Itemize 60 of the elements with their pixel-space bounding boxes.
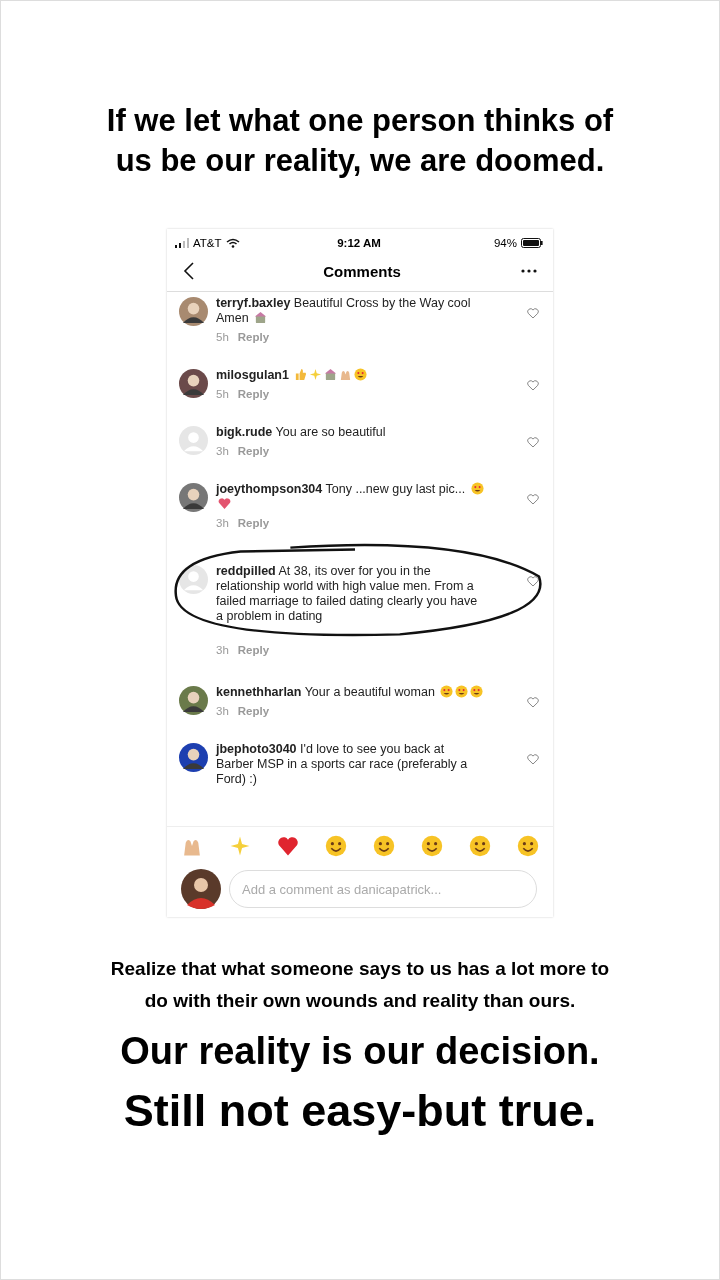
headline-text: If we let what one person thinks of [106,103,614,139]
comment-time: 3h [216,445,229,457]
face-emoji-icon[interactable] [469,835,491,857]
statement-text: Our reality is our decision. [120,1029,600,1074]
face-emoji-icon[interactable] [373,835,395,857]
face-emoji-icon [470,685,484,698]
battery-icon [521,238,543,248]
avatar-icon[interactable] [179,565,208,594]
avatar-icon[interactable] [179,686,208,715]
hands-emoji-icon [339,368,353,381]
reply-link[interactable]: Reply [237,644,270,656]
comment-text: terryf.baxley Beautiful Cross by the Way cool Amen [216,296,472,326]
face-emoji-icon[interactable] [421,835,443,857]
avatar-icon[interactable] [179,483,208,512]
back-icon[interactable] [183,262,195,280]
statement-text: Still not easy-but true. [123,1084,597,1138]
avatar-icon [181,869,221,909]
face-emoji-icon [354,368,368,381]
wifi-icon [225,238,240,248]
object-emoji-icon [254,311,268,324]
face-emoji-icon[interactable] [325,835,347,857]
caption-text: do with their own wounds and reality than ours. [144,989,576,1013]
comment-time: 3h [216,644,229,656]
face-emoji-icon [440,685,454,698]
carrier-text: AT&T [193,237,222,249]
like-icon[interactable] [527,576,539,587]
comment-time: 5h [216,331,229,343]
reply-link[interactable]: Reply [237,705,270,717]
comment-time: 3h [216,517,229,529]
thumbs-emoji-icon [294,368,308,381]
more-icon[interactable] [521,269,537,273]
face-emoji-icon[interactable] [517,835,539,857]
reply-link[interactable]: Reply [237,517,270,529]
heart-emoji-icon[interactable] [277,835,299,857]
clock-text: 9:12 AM [337,237,381,249]
comment-text: milosgulan1 [216,368,484,383]
screen-title: Comments [323,262,401,280]
sparkles-emoji-icon [309,368,323,381]
comment-text: reddpilled At 38, its over for you in the relationship world with high value men. From a failed marriage to failed dating clearly you have a problem in dating [216,564,479,624]
heart-emoji-icon [218,497,231,510]
avatar-icon[interactable] [179,297,208,326]
reply-link[interactable]: Reply [237,388,270,400]
comment-text: bigk.rude You are so beautiful [216,425,387,440]
avatar-icon[interactable] [179,369,208,398]
comment-text: jbephoto3040 I'd love to see you back at Barber MSP in a sports car race (preferably a Ford) :) [216,742,469,787]
avatar-icon[interactable] [179,743,208,772]
comment-text: kennethharlan Your a beautiful woman [216,685,484,700]
reply-link[interactable]: Reply [237,331,270,343]
face-emoji-icon [470,482,484,495]
comment-time: 5h [216,388,229,400]
comment-field[interactable]: Add a comment as danicapatrick... [229,870,537,908]
headline-text: us be our reality, we are doomed. [115,143,605,179]
caption-text: Realize that what someone says to us has a lot more to [110,957,610,981]
battery-text: 94% [493,237,517,249]
object-emoji-icon [324,368,338,381]
signal-icon [175,238,189,248]
reply-link[interactable]: Reply [237,445,270,457]
comment-text: joeythompson304 Tony ...new guy last pic... [216,482,484,512]
comment-time: 3h [216,705,229,717]
face-emoji-icon [455,685,469,698]
